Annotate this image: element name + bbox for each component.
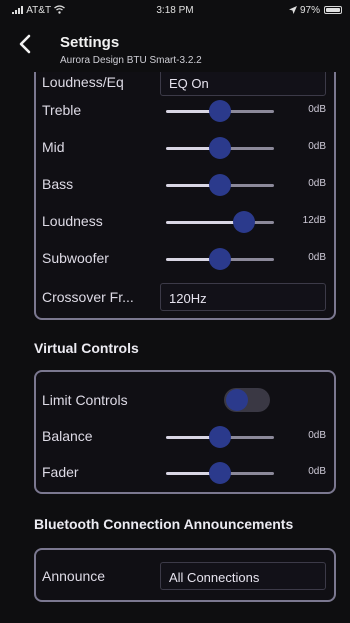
eq-settings-group: Loudness/Eq EQ On Treble 0dB Mid 0dB Bas… (34, 40, 336, 320)
treble-value: 0dB (308, 104, 326, 115)
slider-thumb[interactable] (209, 426, 231, 448)
crossover-row: Crossover Fr... 120Hz (42, 279, 326, 315)
bluetooth-announcements-header: Bluetooth Connection Announcements (34, 516, 294, 532)
subwoofer-row: Subwoofer 0dB (42, 240, 326, 276)
announce-value: All Connections (169, 570, 260, 585)
limit-controls-toggle[interactable] (224, 388, 270, 412)
crossover-value: 120Hz (169, 291, 207, 306)
back-button[interactable] (18, 34, 48, 64)
loudness-eq-label: Loudness/Eq (42, 74, 124, 90)
mid-label: Mid (42, 139, 65, 155)
loudness-eq-value: EQ On (169, 76, 209, 91)
announce-select[interactable]: All Connections (160, 562, 326, 590)
battery-fill (326, 8, 340, 12)
slider-thumb[interactable] (209, 462, 231, 484)
fader-slider[interactable] (166, 462, 274, 484)
loudness-value: 12dB (302, 215, 326, 226)
bluetooth-group: Announce All Connections (34, 548, 336, 602)
location-arrow-icon (289, 6, 298, 14)
balance-value: 0dB (308, 430, 326, 441)
status-bar: AT&T 3:18 PM 97% (0, 0, 350, 22)
page-title: Settings (60, 34, 120, 51)
treble-row: Treble 0dB (42, 92, 326, 128)
mid-row: Mid 0dB (42, 129, 326, 165)
virtual-controls-group: Limit Controls Balance 0dB Fader 0dB (34, 370, 336, 494)
subwoofer-slider[interactable] (166, 248, 274, 270)
subwoofer-label: Subwoofer (42, 250, 109, 266)
bass-value: 0dB (308, 178, 326, 189)
fader-value: 0dB (308, 466, 326, 477)
bass-row: Bass 0dB (42, 166, 326, 202)
announce-label: Announce (42, 568, 106, 584)
loudness-label: Loudness (42, 213, 103, 229)
limit-controls-row: Limit Controls (42, 382, 326, 418)
battery-icon (324, 6, 342, 14)
status-right: 97% (289, 5, 320, 16)
slider-thumb[interactable] (209, 100, 231, 122)
bass-label: Bass (42, 176, 74, 192)
fader-row: Fader 0dB (42, 454, 326, 490)
slider-thumb[interactable] (209, 174, 231, 196)
mid-slider[interactable] (166, 137, 274, 159)
bass-slider[interactable] (166, 174, 274, 196)
nav-bar: Settings Aurora Design BTU Smart-3.2.2 (0, 22, 350, 72)
device-name: Aurora Design BTU Smart-3.2.2 (60, 55, 202, 66)
slider-thumb[interactable] (209, 137, 231, 159)
slider-thumb[interactable] (209, 248, 231, 270)
treble-slider[interactable] (166, 100, 274, 122)
loudness-slider[interactable] (166, 211, 274, 233)
crossover-select[interactable]: 120Hz (160, 283, 326, 311)
balance-label: Balance (42, 428, 93, 444)
treble-label: Treble (42, 102, 82, 118)
slider-thumb[interactable] (232, 211, 255, 233)
toggle-knob (226, 389, 248, 411)
virtual-controls-header: Virtual Controls (34, 340, 139, 356)
subwoofer-value: 0dB (308, 252, 326, 263)
balance-slider[interactable] (166, 426, 274, 448)
limit-controls-label: Limit Controls (42, 392, 128, 408)
loudness-row: Loudness 12dB (42, 203, 326, 239)
announce-row: Announce All Connections (42, 558, 326, 594)
crossover-label: Crossover Fr... (42, 289, 134, 305)
chevron-left-icon (19, 34, 31, 54)
battery-percent: 97% (299, 5, 320, 16)
balance-row: Balance 0dB (42, 418, 326, 454)
fader-label: Fader (42, 464, 79, 480)
mid-value: 0dB (308, 141, 326, 152)
